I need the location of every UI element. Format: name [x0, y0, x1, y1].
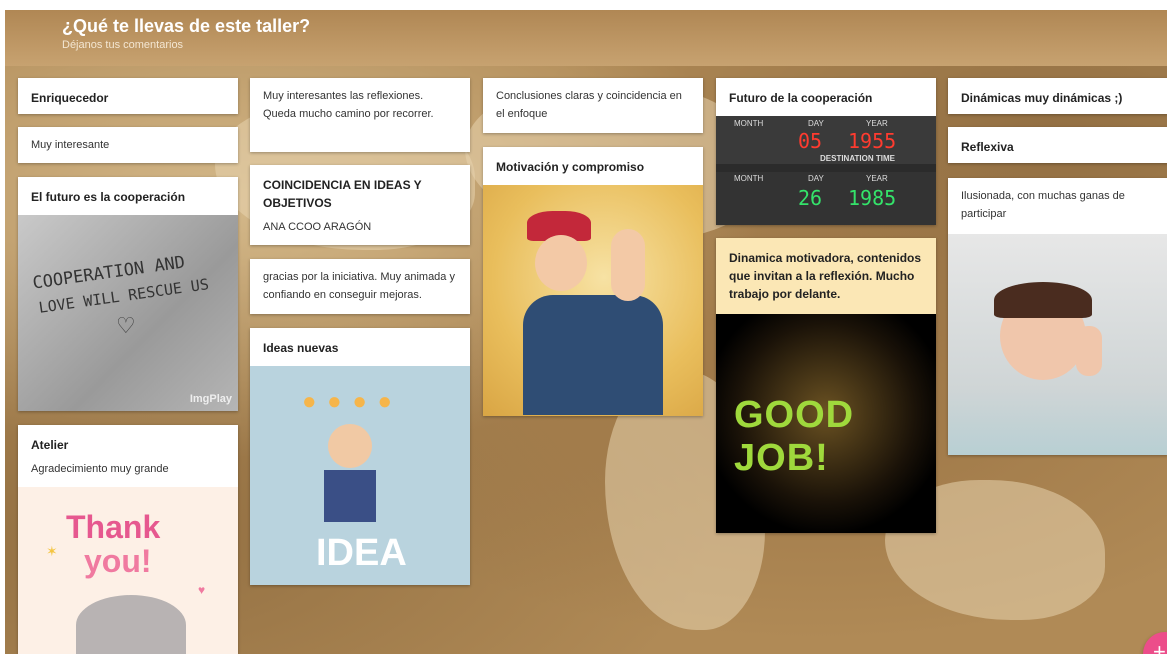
heart-icon: ♡ — [116, 313, 136, 338]
post-card[interactable]: Futuro de la cooperación MONTH DAY YEAR … — [716, 78, 936, 225]
add-post-button[interactable]: + — [1143, 632, 1167, 654]
woman-arm — [611, 229, 645, 301]
post-card[interactable]: Muy interesante — [18, 127, 238, 163]
cooperation-image: COOPERATION AND LOVE WILL RESCUE US ♡ Im… — [18, 215, 238, 411]
post-title: Reflexiva — [961, 140, 1014, 154]
page-title: ¿Qué te llevas de este taller? — [62, 16, 311, 36]
post-card[interactable]: El futuro es la cooperación COOPERATION … — [18, 177, 238, 411]
post-title: Atelier — [31, 438, 69, 452]
post-body: gracias por la iniciativa. Muy animada y… — [263, 271, 455, 301]
time-panel: MONTH DAY YEAR 05 1955 DESTINATION TIME — [716, 116, 936, 164]
clock-label: YEAR — [866, 174, 888, 183]
idea-image: ● ● ● ● IDEA — [250, 366, 470, 585]
post-card[interactable]: Ilusionada, con muchas ganas de particip… — [948, 178, 1167, 455]
post-title: Enriquecedor — [31, 91, 109, 105]
post-title: COINCIDENCIA EN IDEAS Y OBJETIVOS — [263, 178, 422, 210]
post-title: Ideas nuevas — [263, 341, 339, 355]
post-card[interactable]: Muy interesantes las reflexiones. Queda … — [250, 78, 470, 152]
post-card[interactable]: Ideas nuevas ● ● ● ● IDEA — [250, 328, 470, 585]
post-title: Motivación y compromiso — [496, 160, 645, 174]
post-card[interactable]: Dinamica motivadora, contenidos que invi… — [716, 238, 936, 533]
post-body: Muy interesantes las reflexiones. Queda … — [263, 90, 434, 120]
cat-illustration — [76, 595, 186, 654]
post-card[interactable]: Motivación y compromiso — [483, 147, 703, 416]
person-body — [324, 470, 376, 522]
post-body: Ilusionada, con muchas ganas de particip… — [961, 190, 1125, 220]
post-card[interactable]: Reflexiva — [948, 127, 1167, 163]
woman-face — [535, 235, 587, 291]
post-body: Conclusiones claras y coincidencia en el… — [496, 90, 682, 120]
post-title: Futuro de la cooperación — [729, 91, 873, 105]
post-card[interactable]: gracias por la iniciativa. Muy animada y… — [250, 259, 470, 314]
time-panel: MONTH DAY YEAR 26 1985 — [716, 172, 936, 225]
child-hair — [994, 282, 1092, 318]
post-card[interactable]: Enriquecedor — [18, 78, 238, 114]
page-subtitle: Déjanos tus comentarios — [62, 39, 184, 51]
clock-label: DAY — [808, 174, 824, 183]
post-body: Muy interesante — [31, 139, 110, 151]
clock-digits: 26 — [798, 186, 823, 210]
post-title: Dinámicas muy dinámicas ;) — [961, 91, 1123, 105]
post-body: ANA CCOO ARAGÓN — [263, 221, 372, 233]
thumbs-up-hand — [1076, 326, 1102, 376]
thank-you-image: Thank you! ✶ ♥ — [18, 487, 238, 654]
post-title: El futuro es la cooperación — [31, 190, 186, 204]
image-text: Thank — [66, 509, 161, 545]
post-card[interactable]: Atelier Agradecimiento muy grande Thank … — [18, 425, 238, 654]
lightbulb-icon: ● ● ● ● — [302, 388, 394, 415]
clock-label: DESTINATION TIME — [820, 154, 895, 163]
time-circuit-image: MONTH DAY YEAR 05 1955 DESTINATION TIME … — [716, 116, 936, 225]
post-card[interactable]: COINCIDENCIA EN IDEAS Y OBJETIVOS ANA CC… — [250, 165, 470, 245]
padlet-board: ¿Qué te llevas de este taller? Déjanos t… — [5, 10, 1167, 654]
image-text: GOOD JOB! — [734, 394, 855, 479]
board-header: ¿Qué te llevas de este taller? Déjanos t… — [5, 10, 1167, 66]
clock-label: YEAR — [866, 119, 888, 128]
post-body: Agradecimiento muy grande — [31, 463, 169, 475]
person-head — [328, 424, 372, 468]
heart-icon: ♥ — [198, 583, 206, 597]
good-job-image: GOOD JOB! — [716, 314, 936, 533]
image-text: IDEA — [316, 532, 407, 574]
clock-digits: 1955 — [848, 129, 897, 153]
child-thumbs-up-image — [948, 234, 1167, 455]
clock-label: MONTH — [734, 174, 764, 183]
post-card[interactable]: Conclusiones claras y coincidencia en el… — [483, 78, 703, 133]
clock-label: MONTH — [734, 119, 764, 128]
image-text: you! — [84, 543, 152, 579]
post-title: Dinamica motivadora, contenidos que invi… — [729, 251, 922, 301]
clock-digits: 1985 — [848, 186, 897, 210]
post-card[interactable]: Dinámicas muy dinámicas ;) — [948, 78, 1167, 114]
watermark: ImgPlay — [189, 393, 232, 405]
clock-digits: 05 — [798, 129, 823, 153]
clock-label: DAY — [808, 119, 824, 128]
star-icon: ✶ — [46, 543, 58, 559]
we-can-do-it-image — [483, 185, 703, 416]
woman-shirt — [523, 295, 663, 415]
